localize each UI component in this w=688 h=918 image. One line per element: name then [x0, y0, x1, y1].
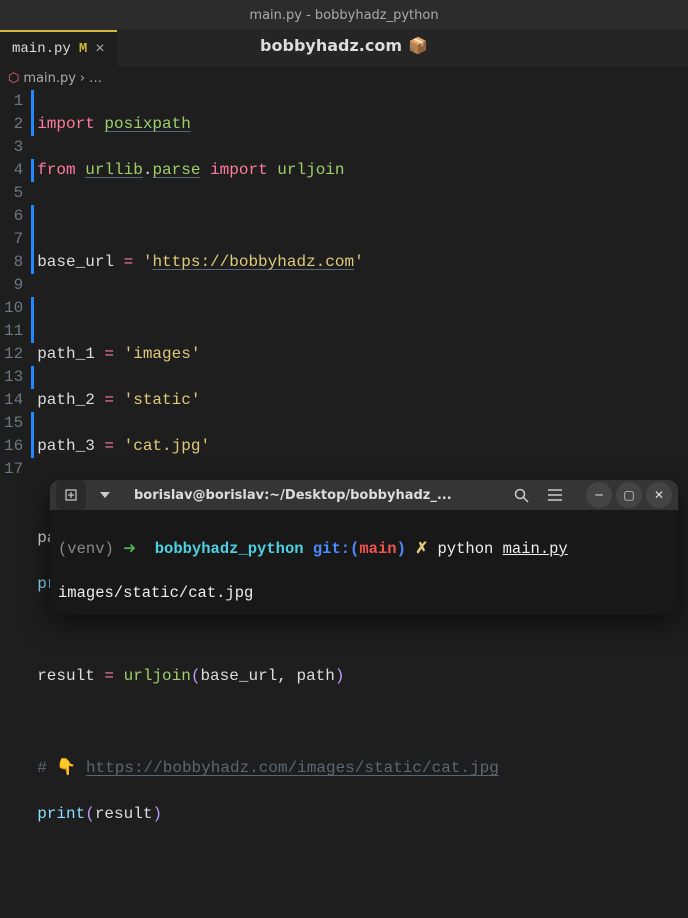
maximize-icon: ▢	[623, 488, 634, 502]
close-button[interactable]: ✕	[646, 482, 672, 508]
new-tab-button[interactable]	[56, 480, 86, 510]
chevron-down-icon	[100, 492, 110, 498]
tab-main-py[interactable]: main.py M ×	[0, 30, 117, 66]
package-icon: 📦	[408, 36, 428, 55]
tab-filename: main.py	[12, 41, 71, 57]
breadcrumb-file: main.py	[23, 71, 76, 86]
breadcrumb[interactable]: ⬡ main.py › …	[0, 66, 688, 90]
dropdown-button[interactable]	[90, 480, 120, 510]
menu-button[interactable]	[540, 480, 570, 510]
terminal-titlebar: borislav@borislav:~/Desktop/bobbyhadz_..…	[50, 480, 678, 510]
plus-icon	[64, 488, 78, 502]
tab-bar: main.py M × bobbyhadz.com 📦	[0, 30, 688, 66]
tab-modified-indicator: M	[79, 41, 87, 57]
search-button[interactable]	[506, 480, 536, 510]
terminal-window[interactable]: borislav@borislav:~/Desktop/bobbyhadz_..…	[50, 480, 678, 615]
terminal-output[interactable]: (venv) ➜ bobbyhadz_python git:(main) ✗ p…	[50, 510, 678, 615]
breadcrumb-ellipsis: …	[89, 71, 102, 86]
terminal-title: borislav@borislav:~/Desktop/bobbyhadz_..…	[124, 488, 502, 503]
chevron-right-icon: ›	[80, 71, 85, 86]
hamburger-icon	[548, 489, 562, 501]
brand-label: bobbyhadz.com 📦	[260, 36, 428, 55]
brand-text: bobbyhadz.com	[260, 36, 402, 55]
window-title: main.py - bobbyhadz_python	[249, 8, 438, 23]
close-icon[interactable]: ×	[95, 40, 105, 58]
search-icon	[514, 488, 529, 503]
line-number-gutter: 1234567891011121314151617	[0, 90, 31, 918]
maximize-button[interactable]: ▢	[616, 482, 642, 508]
minimize-button[interactable]: ─	[586, 482, 612, 508]
window-titlebar: main.py - bobbyhadz_python	[0, 0, 688, 30]
close-icon: ✕	[654, 488, 664, 502]
minimize-icon: ─	[595, 488, 602, 502]
